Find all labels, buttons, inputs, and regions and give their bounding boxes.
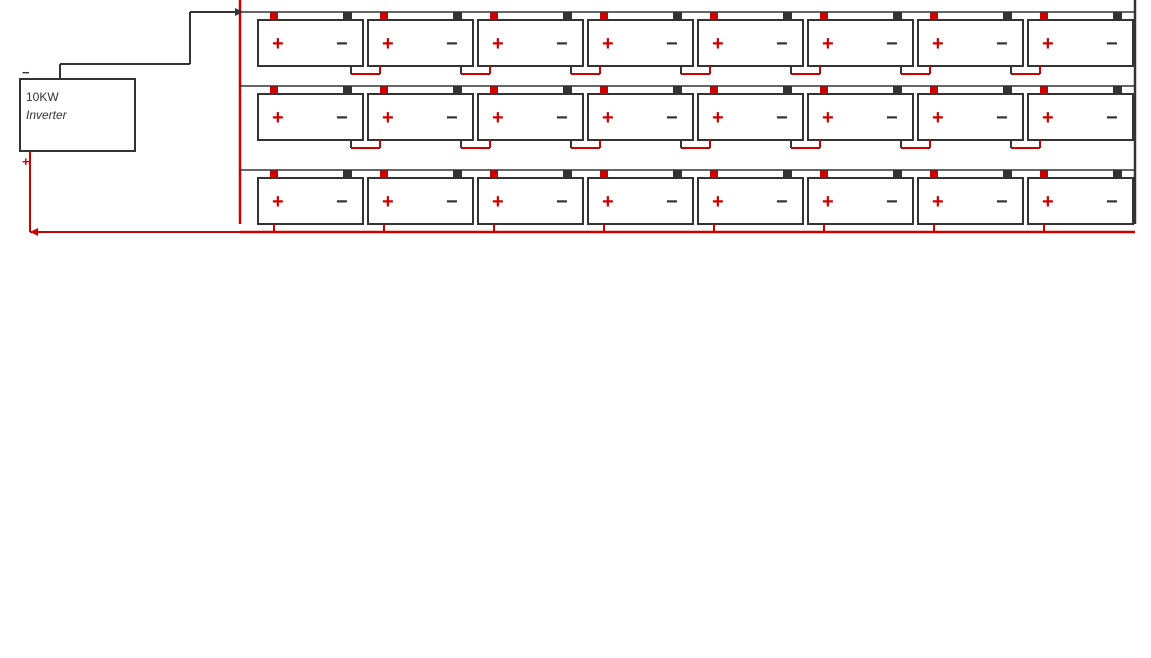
inverter-label-line2: Inverter [26,108,68,122]
full-wiring-svg: + − [10,0,1141,244]
svg-text:−: − [22,65,30,80]
inverter-label-line1: 10KW [26,90,59,104]
svg-text:+: + [22,154,30,169]
full-diagram: + − [10,0,1141,244]
